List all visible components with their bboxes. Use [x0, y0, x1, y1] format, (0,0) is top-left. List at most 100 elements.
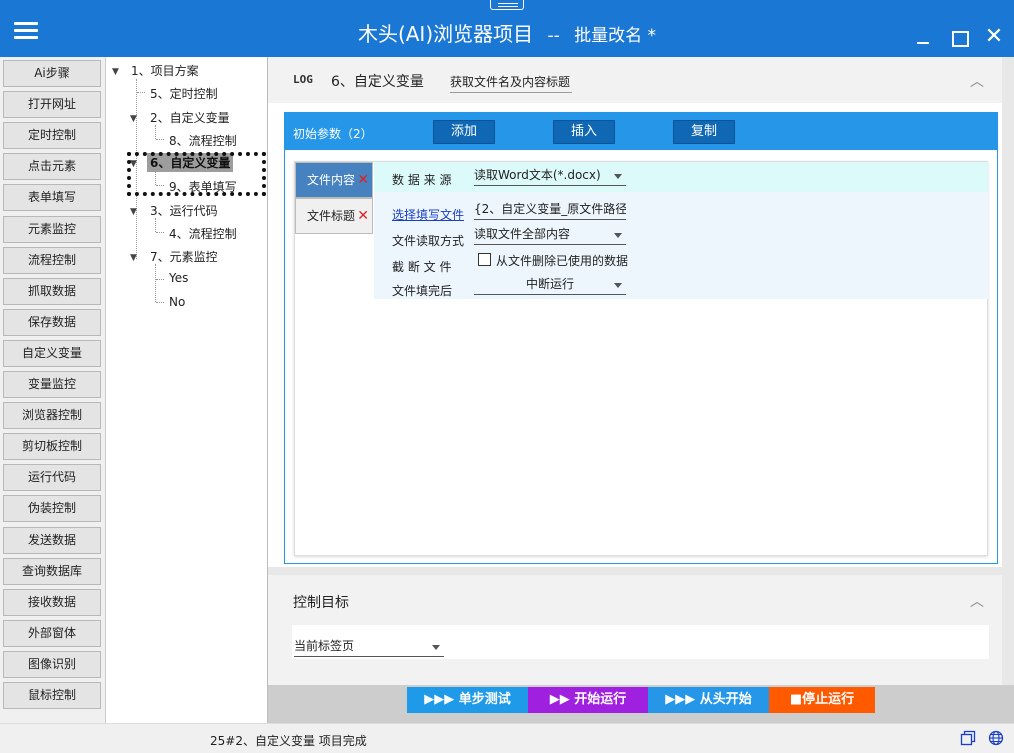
options-rows: 选择填写文件 {2、自定义变量_原文件路径 文件读取方式 读取文件全部内容 截 … [374, 192, 988, 299]
title-separator: -- [547, 26, 560, 46]
tree-line [137, 92, 145, 93]
window-copy-icon[interactable] [960, 730, 976, 746]
step-type-button[interactable]: 伪装控制 [3, 495, 101, 523]
control-target-panel: 控制目标 ︿ 当前标签页 [268, 575, 1002, 685]
source-select[interactable]: 读取Word文本(*.docx) [474, 166, 626, 186]
expand-arrow-icon[interactable]: ▼ [130, 253, 137, 263]
tab-file-title[interactable]: 文件标题 ✕ [295, 198, 373, 234]
status-text: 25#2、自定义变量 项目完成 [210, 734, 367, 748]
close-icon[interactable]: ✕ [983, 26, 1005, 48]
tree-node[interactable]: 4、流程控制 [169, 225, 237, 242]
step-type-button[interactable]: 运行代码 [3, 464, 101, 492]
main-area: LOG 6、自定义变量 获取文件名及内容标题 ︿ 初始参数（2） 添加 插入 复… [268, 57, 1014, 723]
delete-used-checkbox[interactable] [478, 253, 491, 266]
remove-icon[interactable]: ✕ [357, 199, 369, 233]
tree-node[interactable]: 7、元素监控 [150, 248, 218, 265]
step-type-button[interactable]: 元素监控 [3, 215, 101, 243]
step-header: LOG 6、自定义变量 获取文件名及内容标题 ︿ [268, 57, 1002, 103]
step-type-button[interactable]: 自定义变量 [3, 339, 101, 367]
step-type-button[interactable]: 浏览器控制 [3, 402, 101, 430]
insert-button[interactable]: 插入 [553, 120, 615, 144]
collapse-chevron-icon[interactable]: ︿ [970, 591, 984, 611]
start-run-button[interactable]: ▶▶ 开始运行 [528, 687, 648, 713]
params-label: 初始参数（2） [293, 127, 373, 141]
step-type-button[interactable]: 发送数据 [3, 526, 101, 554]
tree-line [155, 264, 156, 302]
step-type-button[interactable]: 鼠标控制 [3, 682, 101, 709]
tree-node[interactable]: 2、自定义变量 [150, 109, 230, 126]
tree-node[interactable]: No [169, 295, 185, 309]
step-type-button[interactable]: 剪切板控制 [3, 433, 101, 461]
step-type-button[interactable]: 流程控制 [3, 246, 101, 274]
step-type-button[interactable]: 定时控制 [3, 122, 101, 150]
run-toolbar: ▶▶▶ 单步测试 ▶▶ 开始运行 ▶▶▶ 从头开始 ■停止运行 [268, 685, 1014, 723]
step-type-list: Ai步骤打开网址定时控制点击元素表单填写元素监控流程控制抓取数据保存数据自定义变… [0, 57, 105, 723]
app-title: 木头(AI)浏览器项目 [357, 22, 534, 46]
step-type-button[interactable]: Ai步骤 [3, 60, 101, 87]
control-target-value: 当前标签页 [294, 639, 355, 653]
expand-arrow-icon[interactable]: ▼ [130, 114, 137, 124]
expand-arrow-icon[interactable]: ▼ [130, 207, 137, 217]
drag-grip-icon[interactable] [490, 0, 524, 10]
collapse-chevron-icon[interactable]: ︿ [970, 71, 984, 91]
window-title: 木头(AI)浏览器项目 -- 批量改名 * [0, 18, 1014, 47]
step-panel: LOG 6、自定义变量 获取文件名及内容标题 ︿ 初始参数（2） 添加 插入 复… [268, 57, 1002, 567]
pick-file-link[interactable]: 选择填写文件 [392, 206, 464, 223]
maximize-icon[interactable] [948, 26, 970, 48]
title-bar: 木头(AI)浏览器项目 -- 批量改名 * ✕ [0, 0, 1014, 57]
step-type-button[interactable]: 表单填写 [3, 184, 101, 212]
tree-line [156, 279, 164, 280]
tree-line [156, 232, 164, 233]
log-icon[interactable]: LOG [293, 73, 313, 86]
step-type-button[interactable]: 抓取数据 [3, 277, 101, 305]
step-type-button[interactable]: 查询数据库 [3, 557, 101, 585]
tree-line [155, 218, 156, 232]
step-description-input[interactable]: 获取文件名及内容标题 [450, 73, 572, 93]
source-row: 数 据 来 源 读取Word文本(*.docx) [374, 162, 988, 192]
tree-node[interactable]: 1、项目方案 [131, 62, 199, 79]
step-title: 6、自定义变量 [331, 74, 424, 90]
remove-icon[interactable]: ✕ [357, 163, 369, 197]
step-type-button[interactable]: 接收数据 [3, 588, 101, 616]
read-mode-label: 文件读取方式 [392, 234, 465, 248]
file-path-input[interactable]: {2、自定义变量_原文件路径 [474, 200, 626, 220]
tree-node[interactable]: 8、流程控制 [169, 132, 237, 149]
delete-used-label: 从文件删除已使用的数据 [496, 254, 629, 268]
after-fill-label: 文件填完后 [392, 284, 453, 298]
expand-arrow-icon[interactable]: ▼ [112, 67, 119, 77]
tree-node[interactable]: Yes [169, 271, 188, 285]
stop-run-button[interactable]: ■停止运行 [769, 687, 875, 713]
truncate-label: 截 断 文 件 [392, 260, 452, 274]
source-value: 读取Word文本(*.docx) [474, 168, 601, 182]
param-card: 文件内容 ✕ 文件标题 ✕ 数 据 来 源 读取Word文本(*.docx) 选… [294, 161, 988, 556]
control-target-body: 当前标签页 [292, 625, 989, 659]
step-type-button[interactable]: 变量监控 [3, 371, 101, 398]
source-label: 数 据 来 源 [392, 173, 452, 187]
tab-file-content[interactable]: 文件内容 ✕ [295, 162, 373, 198]
control-target-select[interactable]: 当前标签页 [294, 637, 444, 657]
read-mode-select[interactable]: 读取文件全部内容 [474, 225, 626, 245]
minimize-icon[interactable] [912, 26, 934, 48]
step-type-button[interactable]: 打开网址 [3, 91, 101, 119]
tab-label: 文件标题 [307, 209, 356, 223]
after-fill-select[interactable]: 中断运行 [474, 275, 626, 295]
copy-button[interactable]: 复制 [673, 120, 735, 144]
step-type-button[interactable]: 外部窗体 [3, 619, 101, 647]
after-fill-value: 中断运行 [525, 277, 574, 291]
add-button[interactable]: 添加 [433, 120, 495, 144]
tree-line [156, 139, 164, 140]
restart-button[interactable]: ▶▶▶ 从头开始 [648, 687, 769, 713]
tree-line [155, 125, 156, 139]
tree-node[interactable]: 5、定时控制 [150, 85, 218, 102]
read-mode-value: 读取文件全部内容 [474, 227, 571, 241]
step-type-button[interactable]: 保存数据 [3, 308, 101, 336]
step-type-button[interactable]: 图像识别 [3, 650, 101, 678]
tree-line [156, 302, 164, 303]
project-name: 批量改名 * [574, 26, 657, 46]
step-type-button[interactable]: 点击元素 [3, 153, 101, 181]
tree-node[interactable]: 3、运行代码 [150, 202, 218, 219]
globe-icon[interactable] [988, 730, 1004, 746]
step-test-button[interactable]: ▶▶▶ 单步测试 [407, 687, 528, 713]
params-toolbar: 初始参数（2） 添加 插入 复制 [285, 113, 997, 150]
control-target-title: 控制目标 [293, 595, 349, 611]
